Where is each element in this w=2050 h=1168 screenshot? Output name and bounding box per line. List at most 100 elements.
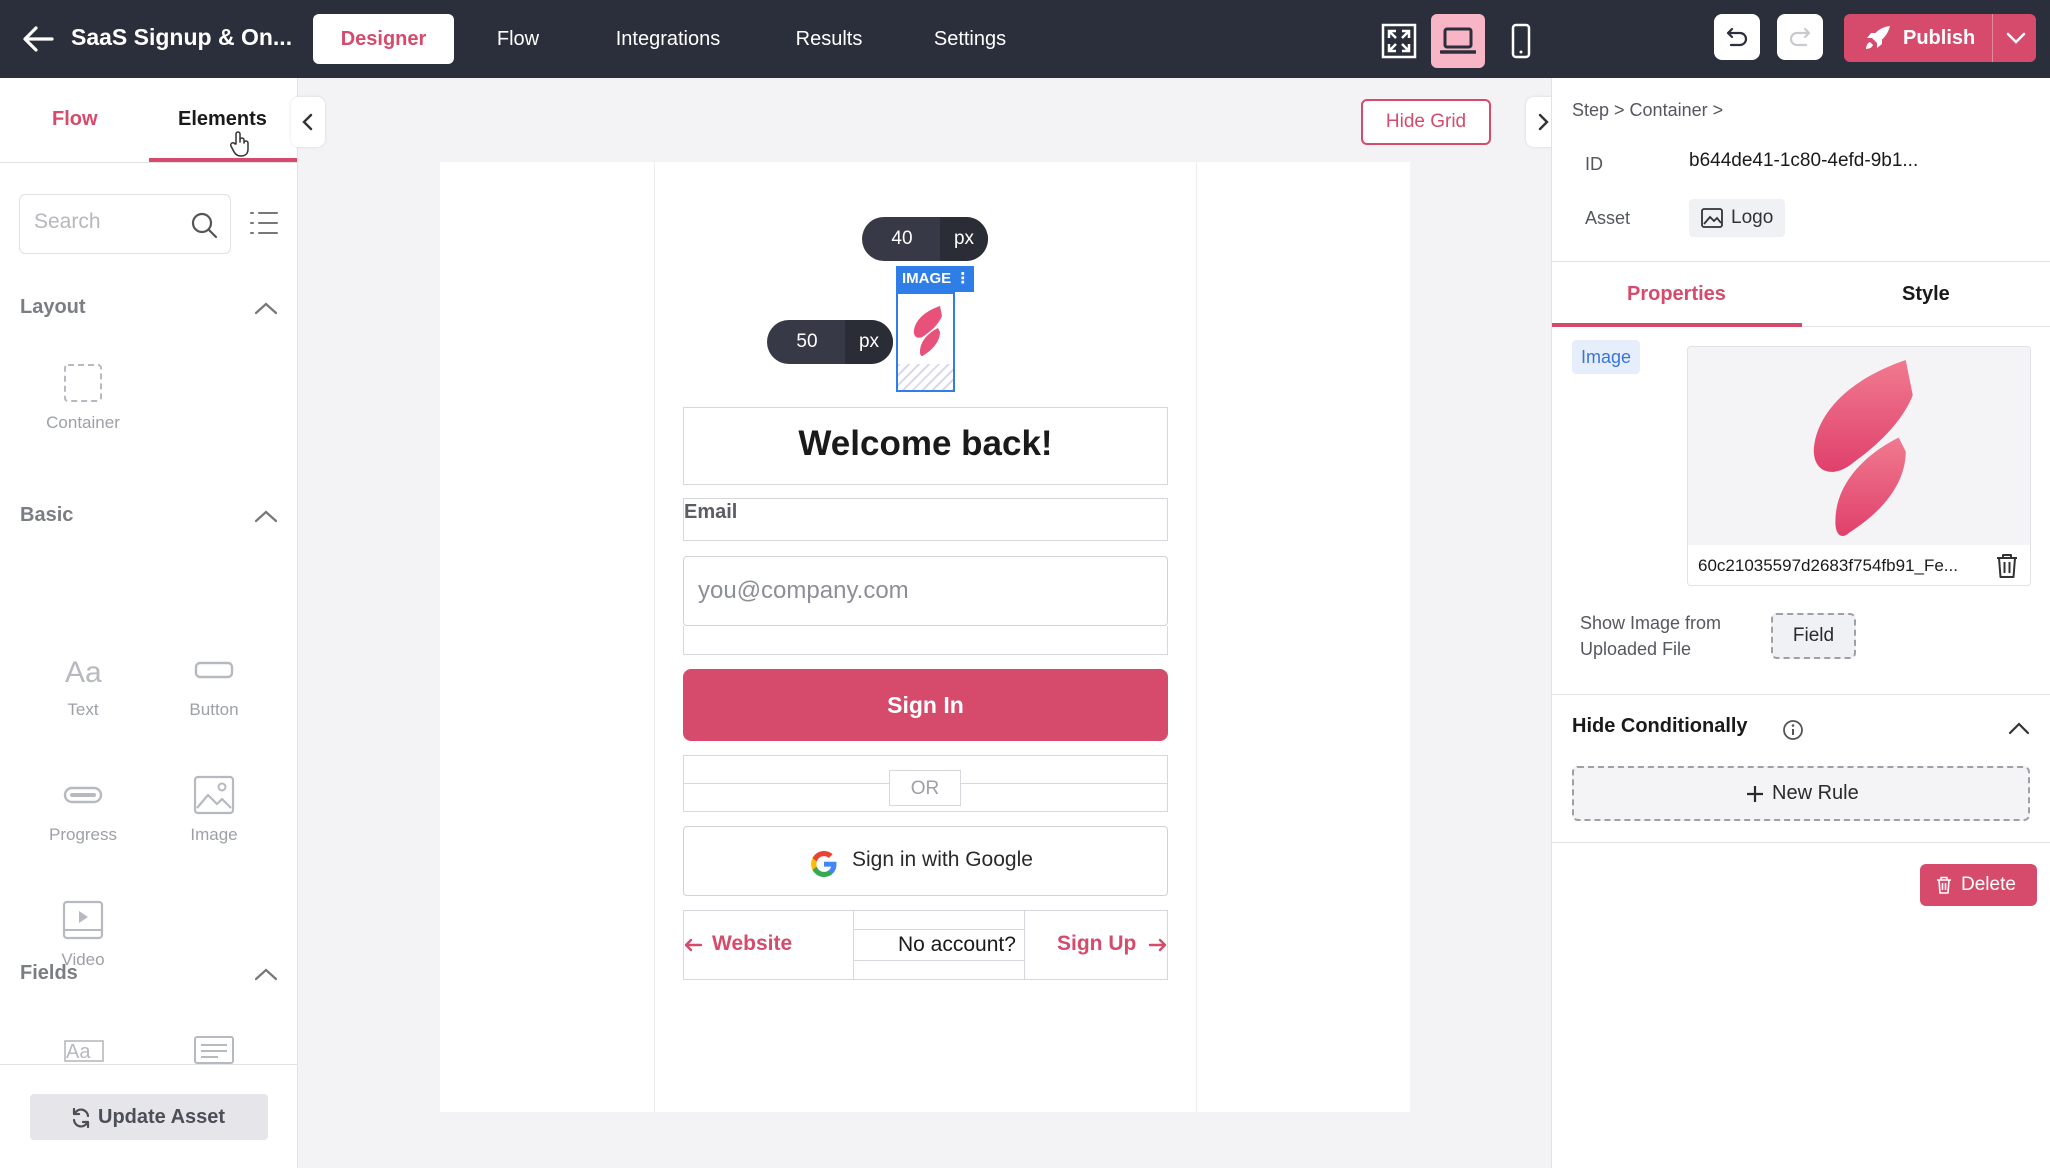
website-link[interactable]: Website xyxy=(712,932,792,956)
arrow-left-icon[interactable] xyxy=(22,24,54,54)
selected-image-element[interactable] xyxy=(896,292,955,392)
search-input[interactable] xyxy=(34,210,184,234)
element-label: Button xyxy=(189,700,239,719)
asset-value: Logo xyxy=(1731,207,1774,228)
element-label: Container xyxy=(46,413,120,432)
chevron-up-icon[interactable] xyxy=(254,509,278,523)
cell-divider xyxy=(853,960,1024,961)
publish-button[interactable]: Publish xyxy=(1844,14,2036,62)
info-icon[interactable] xyxy=(1782,719,1804,741)
email-label: Email xyxy=(684,501,738,523)
logo-icon xyxy=(913,306,942,356)
publish-label: Publish xyxy=(1903,27,1976,49)
arrow-left-icon xyxy=(684,938,703,952)
new-rule-label: New Rule xyxy=(1772,782,1859,804)
redo-icon xyxy=(1789,27,1811,47)
mobile-icon xyxy=(1511,23,1531,59)
google-sign-in-button[interactable]: Sign in with Google xyxy=(683,826,1168,896)
top-spacing-control[interactable]: 40 px xyxy=(862,217,988,261)
short-text-field-icon[interactable]: Aa xyxy=(64,1038,104,1062)
chevron-up-icon[interactable] xyxy=(2008,721,2030,735)
mobile-view-button[interactable] xyxy=(1494,14,1548,68)
element-container[interactable]: Container xyxy=(23,363,143,433)
top-spacing-value[interactable]: 40 xyxy=(862,217,942,261)
trash-icon[interactable] xyxy=(1995,553,2019,579)
divider xyxy=(1552,261,2050,262)
show-image-label: Show Image from Uploaded File xyxy=(1580,610,1721,662)
properties-panel: Step > Container > ID b644de41-1c80-4efd… xyxy=(1551,78,2050,1168)
element-video[interactable]: Video xyxy=(23,900,143,970)
image-element-tag[interactable]: IMAGE ⋮ xyxy=(896,266,974,292)
desktop-view-button[interactable] xyxy=(1431,14,1485,68)
element-button[interactable]: Button xyxy=(154,650,274,720)
long-text-field-icon[interactable] xyxy=(194,1036,234,1064)
top-bar: SaaS Signup & On... Designer Flow Integr… xyxy=(0,0,2050,78)
left-spacing-control[interactable]: 50 px xyxy=(767,320,893,364)
file-name: 60c21035597d2683f754fb91_Fe... xyxy=(1698,556,1958,575)
panel-tab-elements[interactable]: Elements xyxy=(178,108,267,131)
element-progress[interactable]: Progress xyxy=(23,775,143,845)
chevron-up-icon[interactable] xyxy=(254,301,278,315)
progress-icon xyxy=(63,786,103,804)
fullscreen-button[interactable] xyxy=(1372,14,1426,68)
search-icon[interactable] xyxy=(190,211,218,239)
id-label: ID xyxy=(1585,154,1603,174)
chevron-right-icon xyxy=(1538,113,1549,131)
laptop-icon xyxy=(1440,27,1476,54)
or-divider-text: OR xyxy=(889,770,961,806)
tab-integrations[interactable]: Integrations xyxy=(593,14,743,64)
divider xyxy=(1552,694,2050,695)
sign-in-button[interactable]: Sign In xyxy=(683,669,1168,741)
tab-properties[interactable]: Properties xyxy=(1627,283,1726,306)
column-divider xyxy=(853,910,854,980)
tab-flow[interactable]: Flow xyxy=(478,14,558,64)
panel-tab-flow[interactable]: Flow xyxy=(52,108,98,131)
email-input[interactable] xyxy=(683,556,1168,626)
hide-conditionally-title: Hide Conditionally xyxy=(1572,715,1748,737)
field-toggle-button[interactable]: Field xyxy=(1771,613,1856,659)
element-label: Image xyxy=(190,825,238,844)
google-icon xyxy=(811,851,837,877)
section-title-layout: Layout xyxy=(20,296,86,318)
tab-results[interactable]: Results xyxy=(779,14,879,64)
welcome-heading-box[interactable]: Welcome back! xyxy=(683,407,1168,485)
image-badge: Image xyxy=(1572,340,1641,374)
delete-label: Delete xyxy=(1961,874,2016,895)
undo-button[interactable] xyxy=(1714,14,1760,60)
tab-style[interactable]: Style xyxy=(1902,283,1950,306)
new-rule-button[interactable]: New Rule xyxy=(1572,766,2030,821)
element-image[interactable]: Image xyxy=(154,775,274,845)
email-label-box[interactable]: Email xyxy=(683,498,1168,541)
update-asset-button[interactable]: Update Asset xyxy=(30,1094,268,1140)
left-spacing-value[interactable]: 50 xyxy=(767,320,847,364)
image-preview-card[interactable]: 60c21035597d2683f754fb91_Fe... xyxy=(1687,346,2031,586)
chevron-up-icon[interactable] xyxy=(254,967,278,981)
breadcrumb[interactable]: Step > Container > xyxy=(1572,100,1723,121)
chevron-down-icon[interactable] xyxy=(2006,31,2026,45)
section-title-basic: Basic xyxy=(20,504,74,526)
button-icon xyxy=(194,661,234,679)
tab-designer[interactable]: Designer xyxy=(313,14,454,64)
show-image-label-line: Uploaded File xyxy=(1580,639,1692,659)
arrow-right-icon xyxy=(1148,938,1167,952)
id-value: b644de41-1c80-4efd-9b1... xyxy=(1689,150,1919,171)
no-account-text: No account? xyxy=(898,933,1016,956)
text-icon: Aa xyxy=(65,656,102,689)
show-image-label-line: Show Image from xyxy=(1580,613,1722,633)
left-spacing-unit[interactable]: px xyxy=(845,320,893,364)
tab-settings[interactable]: Settings xyxy=(920,14,1020,64)
asset-chip[interactable]: Logo xyxy=(1689,199,1786,237)
search-box[interactable] xyxy=(19,194,231,254)
collapse-left-panel-button[interactable] xyxy=(291,97,325,147)
top-spacing-unit[interactable]: px xyxy=(940,217,988,261)
sign-up-link[interactable]: Sign Up xyxy=(1057,932,1136,956)
redo-button[interactable] xyxy=(1777,14,1823,60)
element-text[interactable]: Aa Text xyxy=(23,650,143,720)
file-name-bar: 60c21035597d2683f754fb91_Fe... xyxy=(1688,545,2030,585)
list-view-icon[interactable] xyxy=(249,210,279,236)
hide-grid-button[interactable]: Hide Grid xyxy=(1361,99,1491,145)
elements-panel: Flow Elements Layout Container Basic Aa … xyxy=(0,78,298,1168)
divider xyxy=(0,1064,298,1065)
delete-button[interactable]: Delete xyxy=(1920,864,2037,906)
svg-text:Aa: Aa xyxy=(66,1041,91,1062)
